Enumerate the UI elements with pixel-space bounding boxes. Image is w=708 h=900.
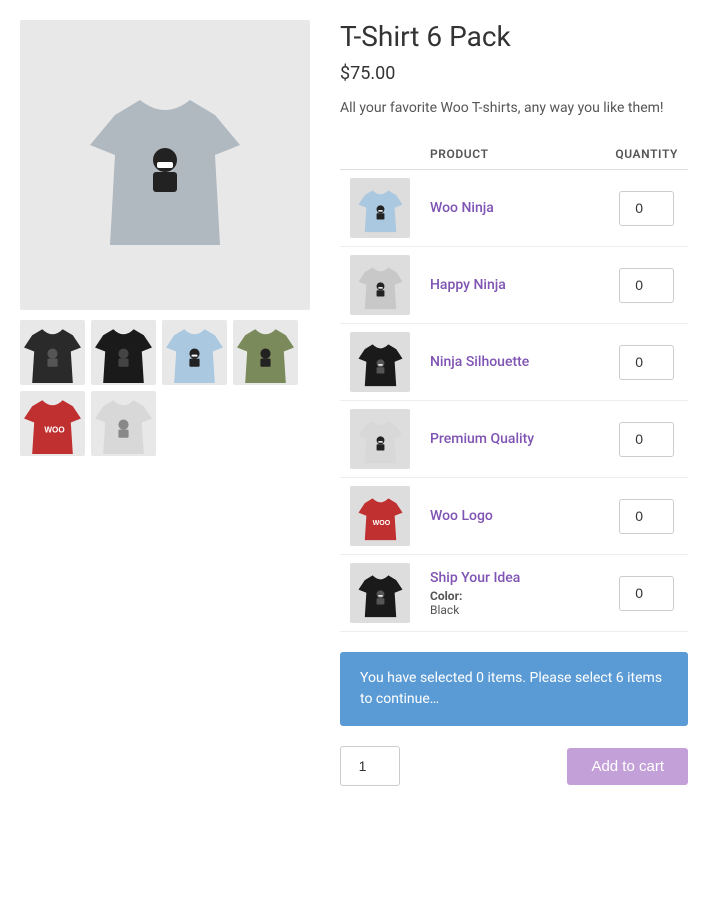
qty-input-1[interactable] xyxy=(619,268,674,303)
thumbnail-item-6[interactable] xyxy=(91,391,156,456)
thumb-svg-6 xyxy=(93,391,154,456)
qty-input-2[interactable] xyxy=(619,345,674,380)
col-header-quantity: QUANTITY xyxy=(605,139,688,170)
qty-input-0[interactable] xyxy=(619,191,674,226)
qty-cell-5 xyxy=(605,555,688,632)
left-column: WOO xyxy=(20,20,310,456)
product-thumb-cell-2 xyxy=(340,324,420,401)
cart-quantity-input[interactable] xyxy=(340,746,400,786)
item-tshirt-svg-2 xyxy=(353,335,408,390)
product-thumb-cell-4: WOO xyxy=(340,478,420,555)
item-tshirt-svg-5 xyxy=(353,566,408,621)
item-tshirt-svg-0 xyxy=(353,181,408,236)
product-sub-label: Color:Black xyxy=(430,589,595,617)
item-thumb-4: WOO xyxy=(350,486,410,546)
item-thumb-0 xyxy=(350,178,410,238)
col-header-product: PRODUCT xyxy=(420,139,605,170)
qty-cell-2 xyxy=(605,324,688,401)
product-thumb-cell-5 xyxy=(340,555,420,632)
qty-cell-1 xyxy=(605,247,688,324)
right-column: T-Shirt 6 Pack $75.00 All your favorite … xyxy=(340,20,688,786)
product-name-cell-3: Premium Quality xyxy=(420,401,605,478)
table-row: Ninja Silhouette xyxy=(340,324,688,401)
product-thumb-cell-0 xyxy=(340,170,420,247)
item-thumb-5 xyxy=(350,563,410,623)
product-name-cell-5: Ship Your Idea Color:Black xyxy=(420,555,605,632)
product-name-5: Ship Your Idea xyxy=(430,570,520,586)
item-tshirt-svg-4: WOO xyxy=(353,489,408,544)
status-message: You have selected 0 items. Please select… xyxy=(360,670,662,707)
table-row: WOO Woo Logo xyxy=(340,478,688,555)
svg-text:WOO: WOO xyxy=(44,426,64,435)
thumb-svg-4 xyxy=(235,320,296,385)
product-name-cell-4: Woo Logo xyxy=(420,478,605,555)
thumb-svg-1 xyxy=(22,320,83,385)
status-bar: You have selected 0 items. Please select… xyxy=(340,652,688,726)
product-thumb-cell-1 xyxy=(340,247,420,324)
thumb-svg-2 xyxy=(93,320,154,385)
item-thumb-3 xyxy=(350,409,410,469)
product-thumb-cell-3 xyxy=(340,401,420,478)
qty-input-5[interactable] xyxy=(619,576,674,611)
table-header-row: PRODUCT QUANTITY xyxy=(340,139,688,170)
table-row: Ship Your Idea Color:Black xyxy=(340,555,688,632)
qty-cell-4 xyxy=(605,478,688,555)
table-row: Premium Quality xyxy=(340,401,688,478)
cart-footer: Add to cart xyxy=(340,746,688,786)
product-title: T-Shirt 6 Pack xyxy=(340,20,688,53)
qty-cell-3 xyxy=(605,401,688,478)
svg-text:WOO: WOO xyxy=(372,520,390,527)
item-thumb-1 xyxy=(350,255,410,315)
product-name-3: Premium Quality xyxy=(430,431,534,447)
product-name-0: Woo Ninja xyxy=(430,200,494,216)
thumbnail-item-2[interactable] xyxy=(91,320,156,385)
item-tshirt-svg-1 xyxy=(353,258,408,313)
item-tshirt-svg-3 xyxy=(353,412,408,467)
col-header-image xyxy=(340,139,420,170)
main-product-image xyxy=(20,20,310,310)
product-name-cell-0: Woo Ninja xyxy=(420,170,605,247)
thumbnail-item-4[interactable] xyxy=(233,320,298,385)
thumbnail-item-3[interactable] xyxy=(162,320,227,385)
page-container: WOO T-Shirt 6 Pack $75.00 All your favor… xyxy=(20,20,688,786)
qty-input-4[interactable] xyxy=(619,499,674,534)
main-tshirt-svg xyxy=(85,65,245,265)
product-name-cell-2: Ninja Silhouette xyxy=(420,324,605,401)
table-row: Happy Ninja xyxy=(340,247,688,324)
thumbnail-item-5[interactable]: WOO xyxy=(20,391,85,456)
thumb-svg-3 xyxy=(164,320,225,385)
qty-input-3[interactable] xyxy=(619,422,674,457)
add-to-cart-button[interactable]: Add to cart xyxy=(567,748,688,785)
item-thumb-2 xyxy=(350,332,410,392)
thumbnail-list: WOO xyxy=(20,320,310,456)
thumb-svg-5: WOO xyxy=(22,391,83,456)
product-name-1: Happy Ninja xyxy=(430,277,506,293)
product-name-4: Woo Logo xyxy=(430,508,493,524)
table-row: Woo Ninja xyxy=(340,170,688,247)
thumbnail-item-1[interactable] xyxy=(20,320,85,385)
product-price: $75.00 xyxy=(340,63,688,84)
product-name-2: Ninja Silhouette xyxy=(430,354,529,370)
bundle-table: PRODUCT QUANTITY Woo Ninja xyxy=(340,139,688,632)
product-description: All your favorite Woo T-shirts, any way … xyxy=(340,98,688,119)
qty-cell-0 xyxy=(605,170,688,247)
product-name-cell-1: Happy Ninja xyxy=(420,247,605,324)
